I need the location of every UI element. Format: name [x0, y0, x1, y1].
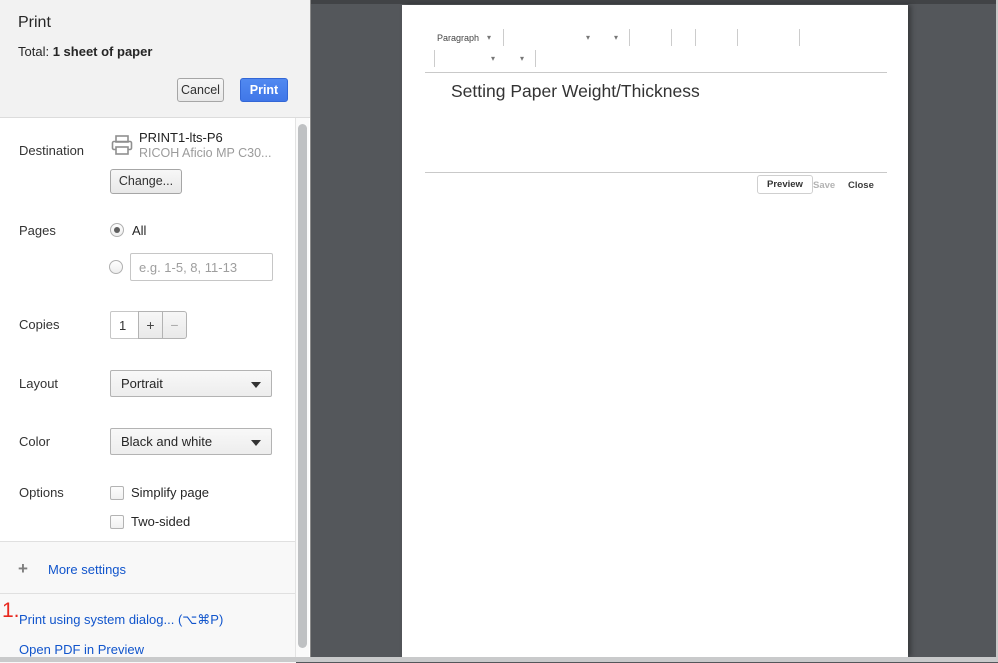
total-label: Total: — [18, 44, 49, 59]
print-preview-area: Paragraph ▾ ▾ ▾ ▾ ▾ Setting Paper Weight… — [311, 0, 998, 662]
plus-icon[interactable]: + — [18, 559, 28, 579]
layout-label: Layout — [19, 376, 58, 391]
paragraph-dropdown-label: Paragraph — [437, 33, 479, 43]
destination-label: Destination — [19, 143, 84, 158]
simplify-page-checkbox[interactable] — [110, 486, 124, 500]
pages-all-label: All — [132, 223, 146, 238]
simplify-page-label: Simplify page — [131, 485, 209, 500]
page-range-input[interactable] — [130, 253, 273, 281]
two-sided-label: Two-sided — [131, 514, 190, 529]
chevron-down-icon: ▾ — [487, 33, 491, 42]
chevron-down-icon — [251, 440, 261, 446]
layout-select-value: Portrait — [121, 376, 163, 391]
pages-label: Pages — [19, 223, 56, 238]
two-sided-checkbox[interactable] — [110, 515, 124, 529]
dialog-title: Print — [18, 14, 51, 32]
close-button: Close — [848, 180, 874, 191]
more-settings-link[interactable]: More settings — [48, 562, 126, 577]
color-label: Color — [19, 434, 50, 449]
window-bottom-edge — [0, 657, 998, 662]
chevron-down-icon — [251, 382, 261, 388]
open-pdf-link[interactable]: Open PDF in Preview — [19, 642, 144, 657]
copies-label: Copies — [19, 317, 59, 332]
pages-all-radio[interactable] — [110, 223, 124, 237]
chevron-down-icon: ▾ — [586, 33, 590, 42]
toolbar-separator — [434, 50, 435, 67]
change-destination-button[interactable]: Change... — [110, 169, 182, 194]
scrollbar-thumb[interactable] — [298, 124, 307, 648]
chevron-down-icon: ▾ — [491, 54, 495, 63]
total-value: 1 sheet of paper — [53, 44, 153, 59]
dialog-footer: + More settings 1. Print using system di… — [0, 541, 296, 663]
print-button[interactable]: Print — [240, 78, 288, 102]
toolbar-separator — [629, 29, 630, 46]
panel-scrollbar[interactable] — [295, 118, 309, 662]
save-button: Save — [813, 180, 835, 191]
printer-name: PRINT1-lts-P6 — [139, 130, 223, 145]
divider — [425, 72, 887, 73]
total-sheets-text: Total: 1 sheet of paper — [18, 44, 152, 59]
preview-page: Paragraph ▾ ▾ ▾ ▾ ▾ Setting Paper Weight… — [402, 5, 908, 657]
copies-decrement-button[interactable]: − — [162, 311, 187, 339]
toolbar-separator — [799, 29, 800, 46]
chevron-down-icon: ▾ — [614, 33, 618, 42]
print-dialog-panel: Print Total: 1 sheet of paper Cancel Pri… — [0, 0, 311, 662]
preview-top-edge — [311, 0, 996, 4]
color-select[interactable]: Black and white — [110, 428, 272, 455]
toolbar-separator — [695, 29, 696, 46]
chevron-down-icon: ▾ — [520, 54, 524, 63]
toolbar-separator — [737, 29, 738, 46]
options-label: Options — [19, 485, 64, 500]
annotation-step-number: 1. — [2, 601, 20, 621]
toolbar-separator — [535, 50, 536, 67]
system-dialog-link[interactable]: Print using system dialog... (⌥⌘P) — [19, 612, 223, 628]
toolbar-separator — [671, 29, 672, 46]
printer-icon — [110, 133, 134, 157]
divider — [0, 593, 296, 594]
copies-increment-button[interactable]: + — [138, 311, 163, 339]
layout-select[interactable]: Portrait — [110, 370, 272, 397]
preview-button: Preview — [757, 175, 813, 194]
pages-range-radio[interactable] — [109, 260, 123, 274]
copies-input[interactable] — [110, 311, 139, 339]
divider — [425, 172, 887, 173]
printer-model: RICOH Aficio MP C30... — [139, 146, 271, 160]
toolbar-separator — [503, 29, 504, 46]
color-select-value: Black and white — [121, 434, 212, 449]
document-heading: Setting Paper Weight/Thickness — [451, 81, 700, 102]
cancel-button[interactable]: Cancel — [177, 78, 224, 102]
dialog-header: Print Total: 1 sheet of paper Cancel Pri… — [0, 0, 310, 118]
